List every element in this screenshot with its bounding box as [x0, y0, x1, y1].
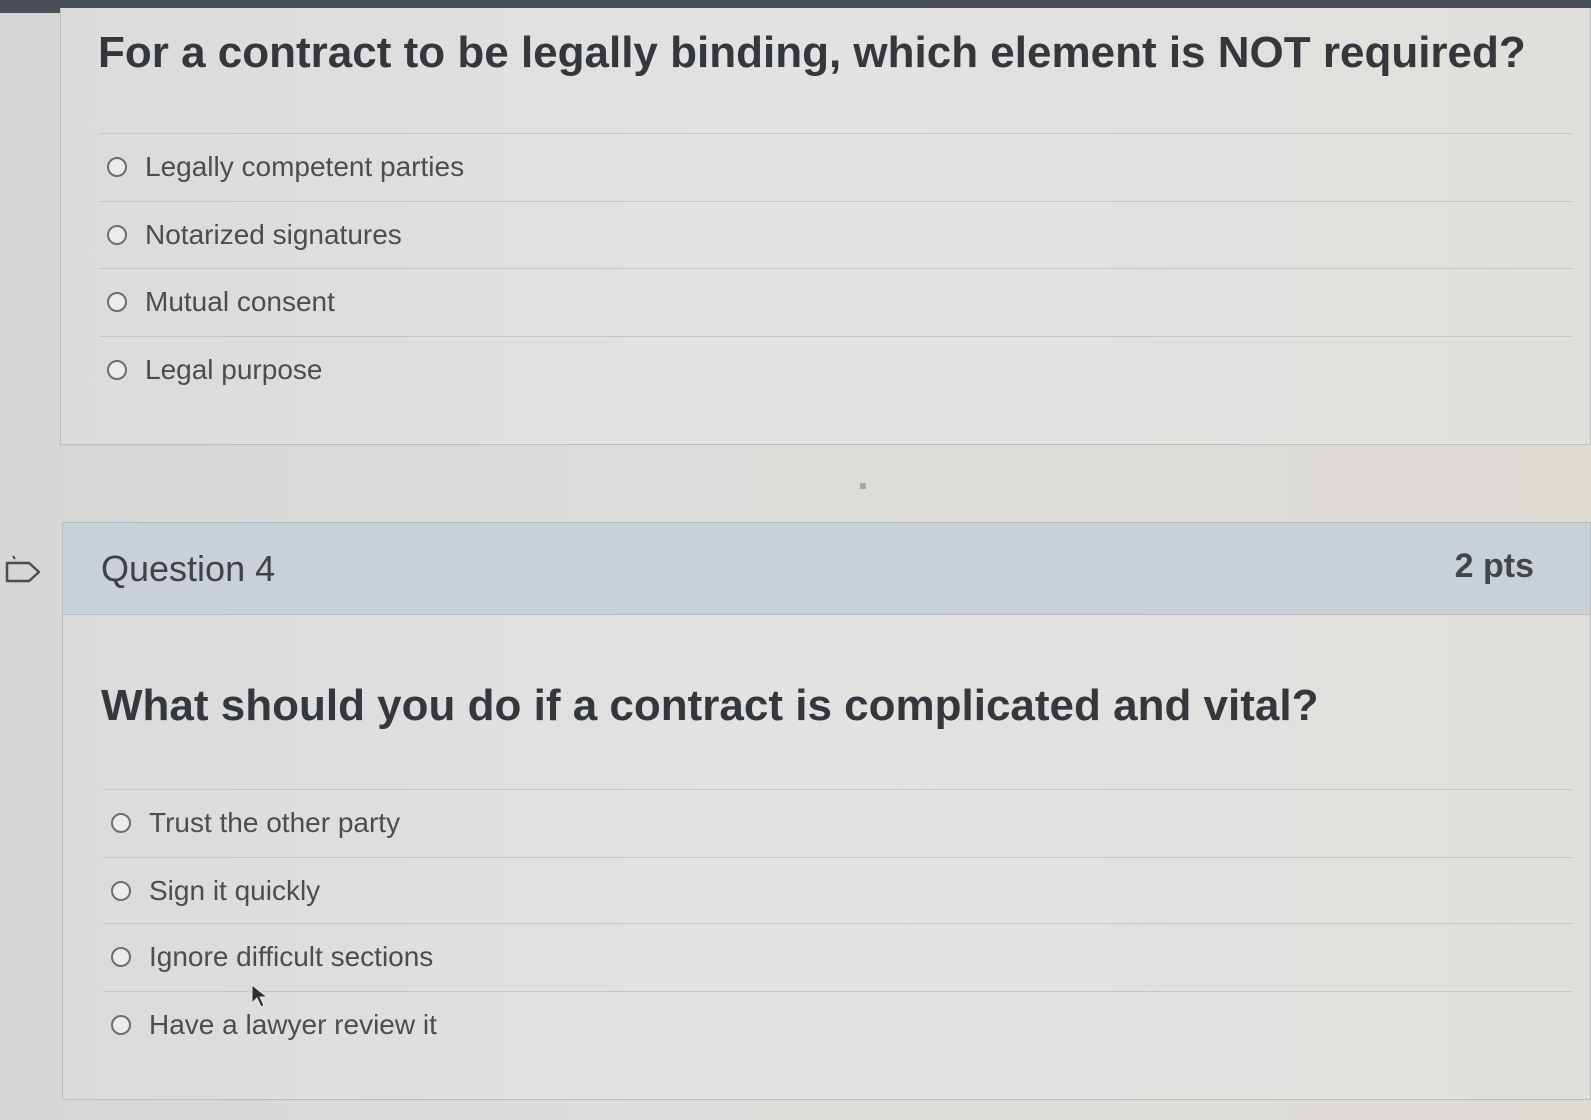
question-card-4: Question 4 2 pts What should you do if a…: [62, 522, 1591, 1100]
answer-option[interactable]: Legal purpose: [99, 336, 1573, 402]
radio-button[interactable]: [107, 291, 127, 312]
answer-label: Have a lawyer review it: [149, 1008, 437, 1040]
answer-option[interactable]: Sign it quickly: [103, 857, 1573, 923]
answer-option[interactable]: Notarized signatures: [99, 201, 1573, 267]
answer-option[interactable]: Legally competent parties: [99, 133, 1573, 199]
radio-button[interactable]: [111, 812, 131, 833]
question-3-text: For a contract to be legally binding, wh…: [98, 28, 1526, 77]
mouse-cursor-icon: [251, 984, 269, 1008]
answer-label: Notarized signatures: [145, 218, 402, 250]
answer-label: Trust the other party: [149, 806, 401, 838]
answer-label: Sign it quickly: [149, 874, 321, 906]
answer-label: Legal purpose: [145, 353, 323, 385]
question-card-3: For a contract to be legally binding, wh…: [60, 8, 1591, 445]
decorative-dot: [860, 483, 866, 489]
answer-option[interactable]: Have a lawyer review it: [103, 991, 1573, 1057]
radio-button[interactable]: [107, 156, 127, 177]
question-header: Question 4 2 pts: [63, 523, 1590, 615]
question-4-text: What should you do if a contract is comp…: [101, 681, 1319, 730]
answer-option[interactable]: Trust the other party: [103, 789, 1573, 855]
question-points: 2 pts: [1454, 547, 1534, 585]
radio-button[interactable]: [111, 946, 131, 967]
answer-option[interactable]: Ignore difficult sections: [103, 923, 1573, 989]
question-number: Question 4: [101, 548, 276, 589]
flag-question-icon[interactable]: [5, 555, 41, 585]
radio-button[interactable]: [107, 224, 127, 245]
answer-label: Legally competent parties: [145, 150, 465, 182]
answer-label: Mutual consent: [145, 285, 335, 317]
radio-button[interactable]: [111, 1014, 131, 1035]
radio-button[interactable]: [111, 880, 131, 901]
answer-label: Ignore difficult sections: [149, 940, 434, 972]
radio-button[interactable]: [107, 359, 127, 380]
answer-option[interactable]: Mutual consent: [99, 268, 1573, 334]
